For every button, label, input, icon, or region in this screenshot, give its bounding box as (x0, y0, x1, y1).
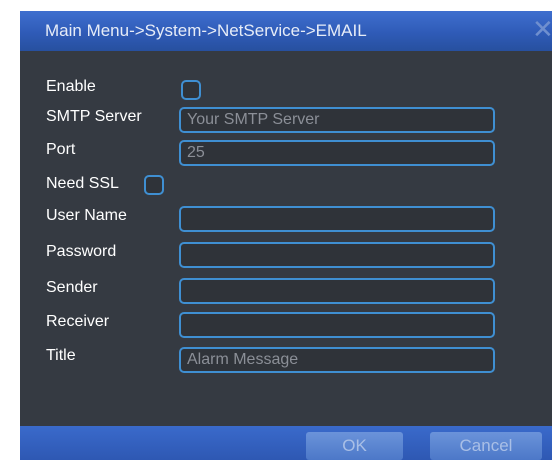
smtp-server-label: SMTP Server (46, 108, 142, 125)
ok-button[interactable]: OK (306, 432, 403, 460)
window-title: Main Menu->System->NetService->EMAIL (45, 21, 367, 40)
receiver-label: Receiver (46, 313, 110, 330)
port-input[interactable]: 25 (179, 140, 495, 166)
title-label: Title (46, 347, 76, 364)
title-bar: Main Menu->System->NetService->EMAIL ✕ (20, 11, 552, 51)
receiver-input[interactable] (179, 312, 495, 338)
user-name-input[interactable] (179, 206, 495, 232)
sender-label: Sender (46, 279, 98, 296)
password-label: Password (46, 243, 117, 260)
port-label: Port (46, 141, 76, 158)
need-ssl-label: Need SSL (46, 175, 119, 192)
button-bar: OK Cancel (20, 426, 552, 460)
smtp-server-input[interactable]: Your SMTP Server (179, 107, 495, 133)
cancel-button[interactable]: Cancel (430, 432, 542, 460)
title-input[interactable]: Alarm Message (179, 347, 495, 373)
close-icon[interactable]: ✕ (532, 17, 552, 43)
email-settings-dialog: Main Menu->System->NetService->EMAIL ✕ E… (20, 11, 552, 460)
need-ssl-checkbox[interactable] (144, 175, 164, 195)
user-name-label: User Name (46, 207, 127, 224)
sender-input[interactable] (179, 278, 495, 304)
enable-checkbox[interactable] (181, 80, 201, 100)
enable-label: Enable (46, 78, 96, 95)
password-input[interactable] (179, 242, 495, 268)
